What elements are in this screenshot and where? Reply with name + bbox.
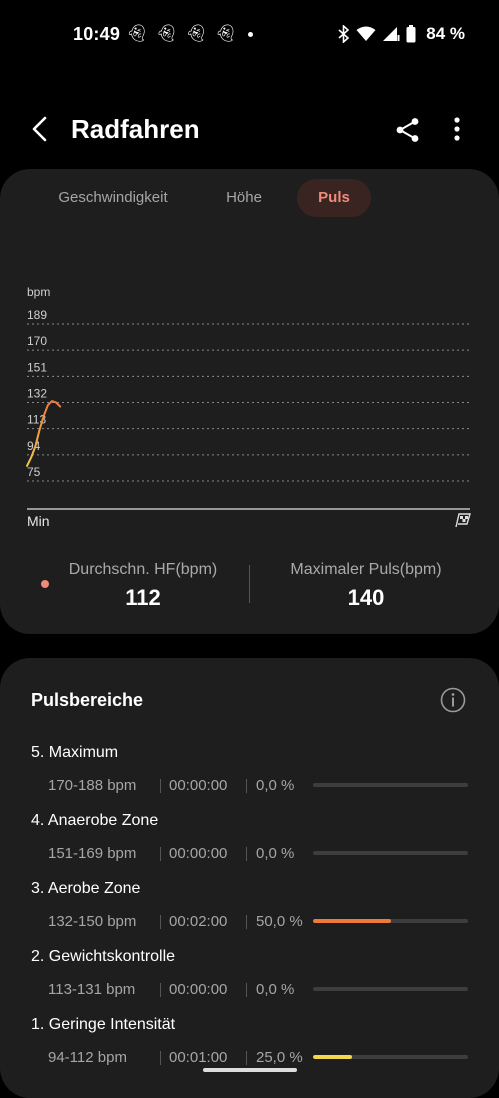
zone-separator	[160, 915, 161, 929]
zone-name: 3. Aerobe Zone	[31, 880, 141, 897]
zone-separator	[160, 847, 161, 861]
bluetooth-icon	[338, 25, 350, 43]
zone-progress-bar	[313, 1055, 468, 1059]
zone-percent: 0,0 %	[256, 777, 295, 794]
snapchat-icon: 👻︎	[126, 24, 148, 43]
zone-progress-fill	[313, 919, 391, 923]
zone-progress-bar	[313, 987, 468, 991]
zone-progress-bar	[313, 919, 468, 923]
zone-name: 1. Geringe Intensität	[31, 1016, 176, 1033]
avg-hr-dot	[41, 580, 49, 588]
zone-name: 4. Anaerobe Zone	[31, 812, 159, 829]
more-options-icon[interactable]	[446, 115, 468, 143]
back-arrow-icon[interactable]	[28, 115, 52, 143]
zone-separator	[246, 1051, 247, 1065]
zone-separator	[246, 779, 247, 793]
zone-name: 5. Maximum	[31, 744, 119, 761]
max-hr-value: 140	[347, 585, 385, 610]
avg-hr-value: 112	[125, 585, 161, 610]
y-tick-label: 151	[27, 360, 47, 374]
zone-row: 3. Aerobe Zone 132-150 bpm 00:02:00 50,0…	[0, 880, 499, 940]
y-tick-label: 132	[27, 387, 47, 401]
zone-time: 00:00:00	[169, 777, 228, 794]
zone-range: 170-188 bpm	[48, 777, 137, 794]
zone-percent: 0,0 %	[256, 981, 295, 998]
zone-separator	[160, 983, 161, 997]
zone-percent: 0,0 %	[256, 845, 295, 862]
zone-row: 5. Maximum 170-188 bpm 00:00:00 0,0 %	[0, 744, 499, 804]
zone-range: 113-131 bpm	[48, 981, 136, 998]
zones-title: Pulsbereiche	[31, 690, 144, 710]
y-tick-label: 75	[27, 465, 41, 479]
finish-flag-icon	[455, 513, 471, 528]
zone-separator	[246, 915, 247, 929]
zone-name: 2. Gewichtskontrolle	[31, 948, 176, 965]
zone-percent: 50,0 %	[256, 913, 303, 930]
notification-icons: 👻︎ 👻︎ 👻︎ 👻︎	[126, 24, 254, 44]
zone-separator	[160, 779, 161, 793]
status-time: 10:49	[73, 24, 121, 44]
battery-percent: 84 %	[426, 24, 465, 43]
stats-divider	[249, 565, 250, 603]
app-header: Radfahren	[0, 105, 499, 155]
info-icon[interactable]	[440, 687, 466, 713]
zone-range: 151-169 bpm	[48, 845, 137, 862]
home-indicator[interactable]	[203, 1068, 297, 1072]
zone-progress-bar	[313, 851, 468, 855]
wifi-icon	[356, 26, 376, 41]
snapchat-icon: 👻︎	[155, 24, 178, 43]
page-title: Radfahren	[71, 114, 200, 144]
x-axis-label: Min	[27, 513, 50, 529]
share-icon[interactable]	[395, 117, 421, 143]
snapchat-icon: 👻︎	[214, 24, 237, 43]
zone-time: 00:02:00	[169, 913, 228, 930]
heart-rate-line	[26, 400, 62, 467]
status-bar: 10:49 👻︎ 👻︎ 👻︎ 👻︎ 84 %	[0, 0, 499, 70]
zone-percent: 25,0 %	[256, 1049, 303, 1066]
avg-hr-label: Durchschn. HF(bpm)	[68, 561, 218, 578]
battery-icon	[406, 25, 416, 43]
signal-icon	[383, 27, 400, 41]
zone-row: 4. Anaerobe Zone 151-169 bpm 00:00:00 0,…	[0, 812, 499, 872]
heart-rate-summary: Durchschn. HF(bpm) 112 Maximaler Puls(bp…	[0, 559, 499, 610]
zone-separator	[246, 847, 247, 861]
zone-row: 2. Gewichtskontrolle 113-131 bpm 00:00:0…	[0, 948, 499, 1008]
y-axis-label: bpm	[27, 285, 50, 299]
max-hr-label: Maximaler Puls(bpm)	[290, 561, 442, 578]
zone-time: 00:01:00	[169, 1049, 228, 1066]
zone-separator	[160, 1051, 161, 1065]
zone-row: 1. Geringe Intensität 94-112 bpm 00:01:0…	[0, 1016, 499, 1076]
snapchat-icon: 👻︎	[185, 24, 207, 43]
zone-progress-bar	[313, 783, 468, 787]
zone-separator	[246, 983, 247, 997]
zone-range: 132-150 bpm	[48, 913, 137, 930]
zone-time: 00:00:00	[169, 845, 228, 862]
system-status: 84 %	[338, 24, 465, 44]
y-tick-label: 170	[27, 334, 47, 348]
zone-time: 00:00:00	[169, 981, 228, 998]
more-notifications-dot	[248, 31, 254, 37]
y-tick-label: 189	[27, 308, 47, 322]
heart-rate-zones-card: Pulsbereiche 5. Maximum 170-188 bpm 00:0…	[0, 658, 499, 1098]
zone-progress-fill	[313, 1055, 352, 1059]
zone-range: 94-112 bpm	[48, 1049, 127, 1066]
heart-rate-chart-card: Geschwindigkeit Höhe Puls bpm 189 170 151 13…	[0, 169, 499, 634]
